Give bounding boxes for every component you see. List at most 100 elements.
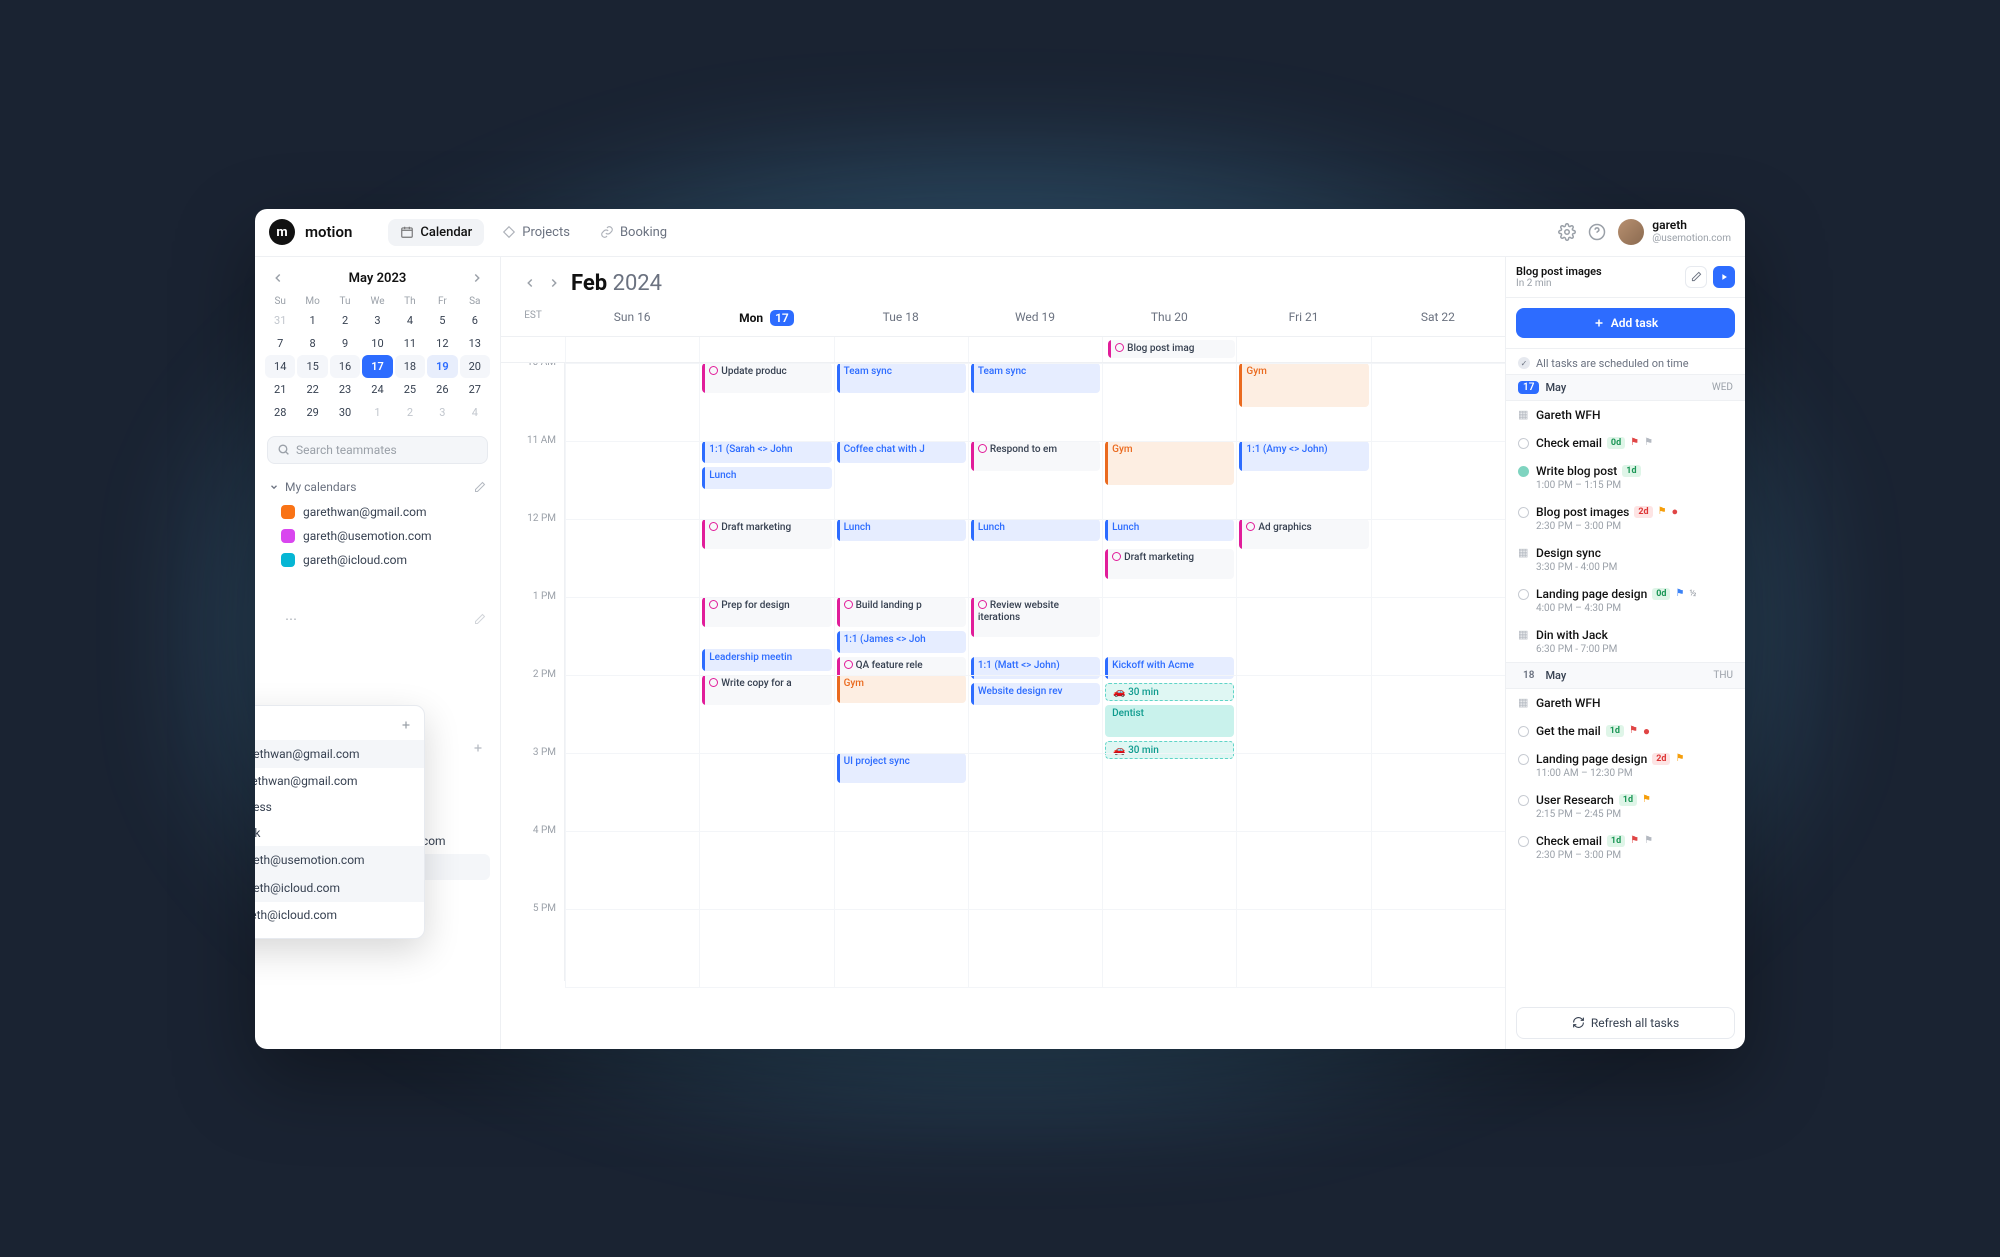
agenda-item[interactable]: ▦Din with Jack6:30 PM - 7:00 PM: [1506, 621, 1745, 662]
calendar-event[interactable]: Team sync: [971, 363, 1100, 393]
account-row[interactable]: ▾gareth@icloud.com: [255, 874, 424, 902]
calendar-event[interactable]: Team sync: [837, 363, 966, 393]
day-header-cell[interactable]: Sat 22: [1371, 300, 1505, 336]
calendar-event[interactable]: Gym: [1239, 363, 1368, 407]
calendar-event[interactable]: Build landing p: [837, 597, 966, 627]
agenda-item[interactable]: ▦Gareth WFH: [1506, 401, 1745, 429]
mini-day[interactable]: 3: [362, 309, 392, 332]
cal-next-icon[interactable]: [547, 276, 561, 290]
day-header-cell[interactable]: Thu 20: [1102, 300, 1236, 336]
calendar-event[interactable]: Prep for design: [702, 597, 831, 627]
calendar-event[interactable]: Gym: [1105, 441, 1234, 485]
calendar-event[interactable]: 🚗 30 min: [1105, 741, 1234, 759]
mini-day[interactable]: 5: [427, 309, 457, 332]
day-header-cell[interactable]: Sun 16: [565, 300, 699, 336]
calendar-event[interactable]: Lunch: [702, 467, 831, 489]
calendar-event[interactable]: Gym: [837, 675, 966, 703]
mini-day[interactable]: 27: [460, 378, 490, 401]
calendar-event[interactable]: Leadership meetin: [702, 649, 831, 671]
calendar-event[interactable]: Lunch: [971, 519, 1100, 541]
agenda-item[interactable]: ▦Gareth WFH: [1506, 689, 1745, 717]
search-input[interactable]: Search teammates: [267, 436, 488, 464]
calendar-item[interactable]: garethwan@gmail.com: [265, 500, 490, 524]
plus-icon[interactable]: [472, 742, 484, 754]
mini-day[interactable]: 28: [265, 401, 295, 424]
account-row[interactable]: gareth@icloud.com: [255, 902, 424, 928]
mini-day[interactable]: 16: [330, 355, 360, 378]
mini-day[interactable]: 15: [297, 355, 327, 378]
mini-day[interactable]: 1: [297, 309, 327, 332]
agenda-item[interactable]: ▦Design sync3:30 PM - 4:00 PM: [1506, 539, 1745, 580]
tab-calendar[interactable]: Calendar: [388, 219, 484, 246]
day-header-cell[interactable]: Tue 18: [834, 300, 968, 336]
mini-day[interactable]: 29: [297, 401, 327, 424]
agenda-item[interactable]: Landing page design 0d ⚑ ½4:00 PM – 4:30…: [1506, 580, 1745, 621]
pencil-icon[interactable]: [474, 613, 486, 625]
account-row[interactable]: Fitness: [255, 794, 424, 820]
mini-day[interactable]: 13: [460, 332, 490, 355]
add-task-button[interactable]: Add task: [1516, 308, 1735, 338]
mini-day[interactable]: 7: [265, 332, 295, 355]
agenda-item[interactable]: Write blog post 1d1:00 PM – 1:15 PM: [1506, 457, 1745, 498]
allday-event[interactable]: Blog post imag: [1108, 340, 1235, 358]
mini-day[interactable]: 22: [297, 378, 327, 401]
calendar-event[interactable]: Update produc: [702, 363, 831, 393]
calendar-event[interactable]: Website design rev: [971, 683, 1100, 705]
mini-day[interactable]: 4: [460, 401, 490, 424]
mini-day[interactable]: 24: [362, 378, 392, 401]
mini-day[interactable]: 18: [395, 355, 425, 378]
mini-day[interactable]: 19: [427, 355, 457, 378]
mini-day[interactable]: 10: [362, 332, 392, 355]
account-row[interactable]: ▾gareth@usemotion.com: [255, 846, 424, 874]
my-calendars-header[interactable]: My calendars: [265, 474, 490, 500]
account-row[interactable]: ▾garethwan@gmail.com: [255, 740, 424, 768]
calendar-event[interactable]: Lunch: [1105, 519, 1234, 541]
cal-prev-icon[interactable]: [523, 276, 537, 290]
day-header-cell[interactable]: Fri 21: [1236, 300, 1370, 336]
mini-day[interactable]: 6: [460, 309, 490, 332]
agenda-item[interactable]: Check email 1d ⚑ ⚑2:30 PM – 3:00 PM: [1506, 827, 1745, 868]
day-header-cell[interactable]: Wed 19: [968, 300, 1102, 336]
calendar-event[interactable]: Draft marketing: [1105, 549, 1234, 579]
calendar-event[interactable]: Respond to em: [971, 441, 1100, 471]
mini-day[interactable]: 2: [330, 309, 360, 332]
agenda-item[interactable]: Blog post images 2d ⚑ ●2:30 PM – 3:00 PM: [1506, 498, 1745, 539]
agenda-item[interactable]: Check email 0d ⚑ ⚑: [1506, 429, 1745, 457]
mini-day[interactable]: 14: [265, 355, 295, 378]
section-header-hidden[interactable]: ⋯: [265, 606, 490, 632]
calendar-item[interactable]: gareth@icloud.com: [265, 548, 490, 572]
agenda-item[interactable]: User Research 1d ⚑2:15 PM – 2:45 PM: [1506, 786, 1745, 827]
calendar-event[interactable]: Write copy for a: [702, 675, 831, 705]
account-row[interactable]: Work: [255, 820, 424, 846]
mini-day[interactable]: 26: [427, 378, 457, 401]
calendar-event[interactable]: 1:1 (Sarah <> John: [702, 441, 831, 463]
mini-day[interactable]: 9: [330, 332, 360, 355]
calendar-item[interactable]: gareth@usemotion.com: [265, 524, 490, 548]
calendar-event[interactable]: 🚗 30 min: [1105, 683, 1234, 701]
gear-icon[interactable]: [1558, 223, 1576, 241]
tab-projects[interactable]: Projects: [490, 219, 582, 246]
mini-day[interactable]: 30: [330, 401, 360, 424]
refresh-button[interactable]: Refresh all tasks: [1516, 1007, 1735, 1039]
account-row[interactable]: garethwan@gmail.com: [255, 768, 424, 794]
mini-day[interactable]: 11: [395, 332, 425, 355]
agenda-item[interactable]: Landing page design 2d ⚑11:00 AM – 12:30…: [1506, 745, 1745, 786]
calendar-event[interactable]: UI project sync: [837, 753, 966, 783]
calendar-event[interactable]: Dentist: [1105, 705, 1234, 737]
play-button[interactable]: [1713, 266, 1735, 288]
mini-next-icon[interactable]: [470, 271, 484, 285]
mini-day[interactable]: 8: [297, 332, 327, 355]
calendar-event[interactable]: Review website iterations: [971, 597, 1100, 637]
mini-day[interactable]: 17: [362, 355, 392, 378]
mini-day[interactable]: 4: [395, 309, 425, 332]
calendar-event[interactable]: 1:1 (James <> Joh: [837, 631, 966, 653]
calendar-event[interactable]: Lunch: [837, 519, 966, 541]
mini-day[interactable]: 12: [427, 332, 457, 355]
mini-day[interactable]: 1: [362, 401, 392, 424]
user-menu[interactable]: gareth @usemotion.com: [1618, 219, 1731, 245]
agenda-item[interactable]: Get the mail 1d ⚑ ●: [1506, 717, 1745, 745]
calendar-event[interactable]: Ad graphics: [1239, 519, 1368, 549]
calendar-event[interactable]: Coffee chat with J: [837, 441, 966, 463]
mini-prev-icon[interactable]: [271, 271, 285, 285]
edit-button[interactable]: [1685, 266, 1707, 288]
